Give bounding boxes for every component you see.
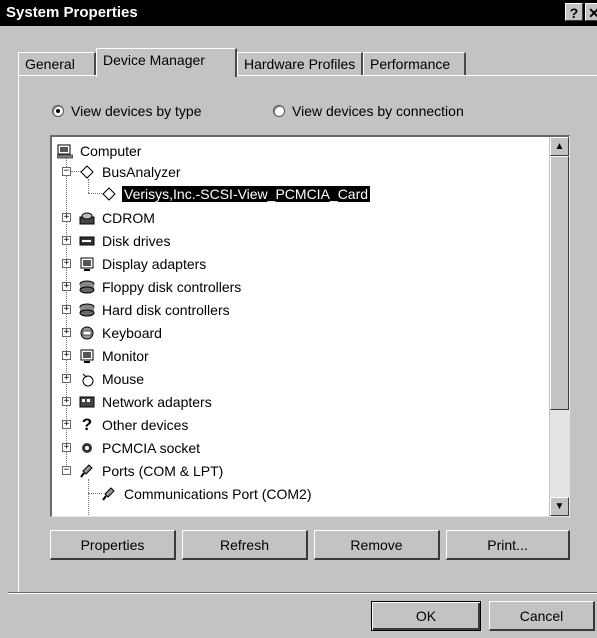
expand-toggle[interactable]: + [62, 213, 71, 222]
window-title: System Properties [6, 4, 138, 21]
expand-toggle[interactable]: + [62, 420, 71, 429]
pcmcia-icon [78, 440, 96, 456]
remove-button[interactable]: Remove [314, 530, 440, 560]
disk-drive-icon [78, 233, 96, 249]
tree-item-label: BusAnalyzer [102, 164, 181, 180]
radio-checked-icon[interactable] [52, 105, 64, 117]
collapse-toggle[interactable]: − [62, 466, 71, 475]
monitor-icon [78, 348, 96, 364]
tree-item-label: Verisys,Inc.-SCSI-View_PCMCIA_Card [122, 186, 371, 202]
tree-item-label: Disk drives [102, 233, 171, 249]
view-by-type-option[interactable]: View devices by type [52, 103, 201, 119]
tree-item-label: Computer [80, 143, 142, 159]
close-button[interactable]: ✕ [585, 3, 597, 21]
controller-icon [78, 302, 96, 318]
tree-item-ports[interactable]: Ports (COM & LPT) [78, 461, 225, 481]
tab-performance[interactable]: Performance [363, 52, 466, 76]
print-button[interactable]: Print... [446, 530, 570, 560]
diamond-icon [78, 164, 96, 180]
tree-item-pcmcia-socket[interactable]: PCMCIA socket [78, 438, 202, 458]
tab-device-manager[interactable]: Device Manager [96, 48, 237, 77]
title-bar[interactable]: System Properties ? ✕ [0, 0, 597, 26]
separator [8, 592, 597, 594]
controller-icon [78, 279, 96, 295]
tree-connector [88, 479, 89, 516]
tree-item-computer[interactable]: Computer [56, 141, 143, 161]
tree-item-label: Keyboard [102, 325, 162, 341]
tree-item-monitor[interactable]: Monitor [78, 346, 151, 366]
expand-toggle[interactable]: + [62, 351, 71, 360]
port-icon [100, 486, 118, 502]
tree-item-scsi-card[interactable]: Verisys,Inc.-SCSI-View_PCMCIA_Card [100, 184, 371, 204]
cancel-button[interactable]: Cancel [489, 601, 595, 631]
expand-toggle[interactable]: + [62, 443, 71, 452]
tree-item-other-devices[interactable]: ? Other devices [78, 415, 190, 435]
tree-item-label: PCMCIA socket [102, 440, 201, 456]
device-tree[interactable]: Computer − BusAnalyzer Verisys,Inc.-SCSI… [50, 135, 570, 517]
expand-toggle[interactable]: + [62, 374, 71, 383]
tree-scrollbar[interactable]: ▲ ▼ [549, 137, 569, 516]
scroll-down-icon[interactable]: ▼ [550, 497, 569, 516]
mouse-icon [78, 371, 96, 387]
scroll-up-icon[interactable]: ▲ [550, 137, 569, 156]
tree-item-network-adapters[interactable]: Network adapters [78, 392, 214, 412]
expand-toggle[interactable]: + [62, 305, 71, 314]
view-by-connection-option[interactable]: View devices by connection [273, 103, 464, 119]
tree-item-floppy-controllers[interactable]: Floppy disk controllers [78, 277, 243, 297]
view-by-connection-label: View devices by connection [292, 103, 464, 119]
expand-toggle[interactable]: + [62, 328, 71, 337]
expand-toggle[interactable]: + [62, 259, 71, 268]
radio-unchecked-icon[interactable] [273, 105, 285, 117]
expand-toggle[interactable]: + [62, 236, 71, 245]
ok-button[interactable]: OK [371, 601, 481, 631]
tree-item-com2[interactable]: Communications Port (COM2) [100, 484, 314, 504]
tree-item-label: CDROM [102, 210, 155, 226]
tree-item-keyboard[interactable]: Keyboard [78, 323, 164, 343]
view-by-type-label: View devices by type [71, 103, 202, 119]
port-icon [78, 463, 96, 479]
tab-general[interactable]: General [18, 52, 96, 76]
tree-item-label: Other devices [102, 417, 189, 433]
tree-item-label: Network adapters [102, 394, 212, 410]
help-button[interactable]: ? [565, 3, 583, 21]
diamond-icon [100, 186, 118, 202]
question-icon: ? [81, 415, 93, 434]
tree-item-label: Display adapters [102, 256, 207, 272]
tree-item-label: Floppy disk controllers [102, 279, 242, 295]
tab-hardware-profiles[interactable]: Hardware Profiles [237, 52, 363, 76]
expand-toggle[interactable]: + [62, 397, 71, 406]
tree-item-label: Mouse [102, 371, 145, 387]
refresh-button[interactable]: Refresh [182, 530, 308, 560]
tree-item-busanalyzer[interactable]: BusAnalyzer [78, 162, 183, 182]
cdrom-icon [78, 210, 96, 226]
tree-item-label: Ports (COM & LPT) [102, 463, 224, 479]
tree-item-mouse[interactable]: Mouse [78, 369, 146, 389]
tree-item-label: Hard disk controllers [102, 302, 230, 318]
tree-item-cdrom[interactable]: CDROM [78, 208, 157, 228]
scroll-thumb[interactable] [550, 156, 569, 410]
computer-icon [56, 143, 74, 159]
keyboard-icon [78, 325, 96, 341]
tree-item-disk-drives[interactable]: Disk drives [78, 231, 172, 251]
properties-button[interactable]: Properties [50, 530, 176, 560]
tree-item-hard-disk-controllers[interactable]: Hard disk controllers [78, 300, 232, 320]
tree-item-label: Communications Port (COM2) [124, 486, 312, 502]
collapse-toggle[interactable]: − [62, 167, 71, 176]
expand-toggle[interactable]: + [62, 282, 71, 291]
system-properties-window: System Properties ? ✕ General Device Man… [0, 0, 597, 638]
network-icon [78, 394, 96, 410]
monitor-icon [78, 256, 96, 272]
tree-item-label: Monitor [102, 348, 149, 364]
tree-item-display-adapters[interactable]: Display adapters [78, 254, 208, 274]
